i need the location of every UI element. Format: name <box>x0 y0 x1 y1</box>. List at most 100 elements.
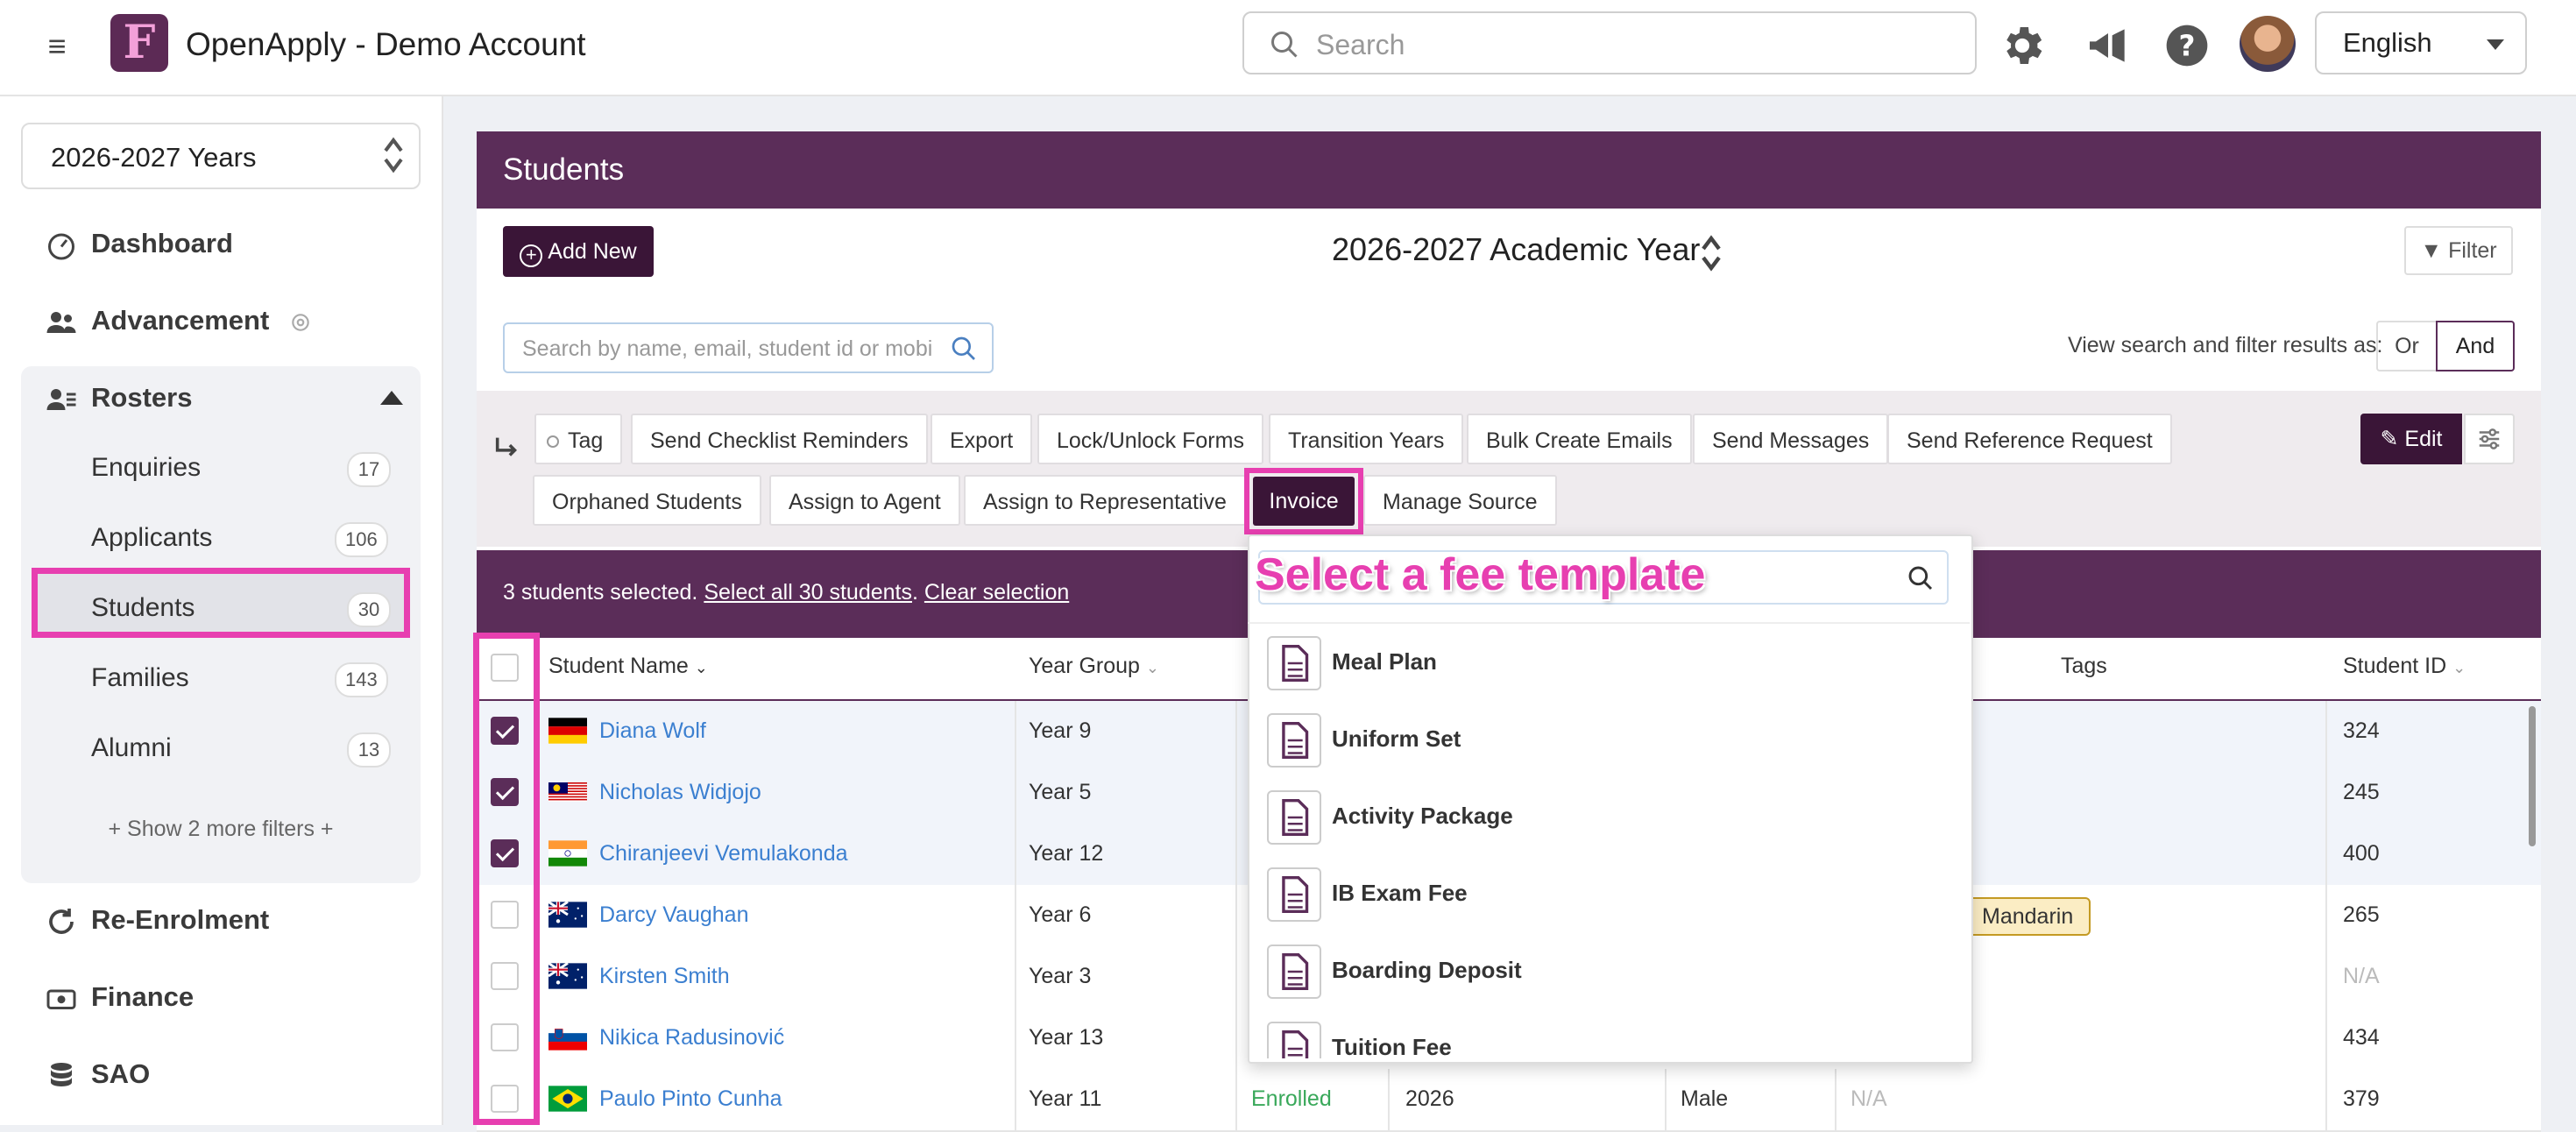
bulk-create-emails-button[interactable]: Bulk Create Emails <box>1467 414 1692 464</box>
fee-template-option[interactable]: Activity Package <box>1267 778 1933 855</box>
nav-re-enrolment-label: Re-Enrolment <box>91 904 270 935</box>
filter-label: Filter <box>2448 238 2497 263</box>
send-checklist-reminders-button[interactable]: Send Checklist Reminders <box>631 414 928 464</box>
fee-template-name: Tuition Fee <box>1332 1034 1452 1058</box>
document-icon <box>1267 1022 1321 1058</box>
student-name-link[interactable]: Diana Wolf <box>599 718 706 744</box>
fee-template-name: Boarding Deposit <box>1332 957 1522 983</box>
fee-template-name: Meal Plan <box>1332 648 1437 675</box>
select-all-link[interactable]: Select all 30 students <box>704 580 912 605</box>
student-search[interactable] <box>503 322 994 373</box>
help-icon[interactable]: ? <box>2162 21 2212 70</box>
assign-to-agent-button[interactable]: Assign to Agent <box>769 475 960 526</box>
gender-cell: Male <box>1681 1086 1729 1111</box>
table-scrollbar[interactable] <box>2529 706 2536 846</box>
chevron-down-icon: ⌄ <box>694 659 708 676</box>
fee-template-option[interactable]: Meal Plan <box>1267 624 1933 701</box>
invoice-button[interactable]: Invoice <box>1253 477 1355 526</box>
fee-template-name: Uniform Set <box>1332 725 1461 752</box>
hamburger-menu-icon[interactable]: ≡ <box>35 25 79 68</box>
student-name-link[interactable]: Kirsten Smith <box>599 964 730 989</box>
student-name-link[interactable]: Chiranjeevi Vemulakonda <box>599 841 848 867</box>
nav-finance-label: Finance <box>91 981 195 1012</box>
lock-unlock-forms-button[interactable]: Lock/Unlock Forms <box>1037 414 1263 464</box>
nav-rosters[interactable]: Rosters <box>46 376 192 420</box>
send-reference-request-button[interactable]: Send Reference Request <box>1887 414 2172 464</box>
tags-cell: N/A <box>1851 1086 1887 1111</box>
search-icon <box>1908 566 1933 591</box>
student-name-link[interactable]: Nikica Radusinović <box>599 1025 784 1051</box>
sidebar-item-families[interactable]: Families <box>91 656 189 700</box>
show-more-filters-link[interactable]: + Show 2 more filters + <box>21 817 421 842</box>
search-icon <box>952 336 975 360</box>
global-search-input[interactable] <box>1314 22 1949 67</box>
edit-label: Edit <box>2404 427 2443 451</box>
student-name-link[interactable]: Paulo Pinto Cunha <box>599 1086 782 1112</box>
nav-re-enrolment[interactable]: Re-Enrolment <box>46 898 269 942</box>
app-title: OpenApply - Demo Account <box>186 26 586 62</box>
send-messages-button[interactable]: Send Messages <box>1693 414 1889 464</box>
add-new-button[interactable]: + Add New <box>503 226 654 277</box>
student-name-link[interactable]: Darcy Vaughan <box>599 902 748 928</box>
chevron-down-icon <box>2487 39 2504 50</box>
fee-template-option[interactable]: Boarding Deposit <box>1267 932 1933 1009</box>
checkbox-column-highlight <box>473 633 540 1125</box>
nav-advancement[interactable]: Advancement <box>46 299 312 343</box>
sidebar-item-enquiries[interactable]: Enquiries <box>91 446 201 490</box>
nav-dashboard[interactable]: Dashboard <box>46 222 233 265</box>
filter-icon: ▼ <box>2420 238 2443 263</box>
megaphone-icon[interactable] <box>2084 21 2133 70</box>
column-header-student-name[interactable]: Student Name ⌄ <box>548 654 708 679</box>
fee-template-option[interactable]: IB Exam Fee <box>1267 855 1933 932</box>
user-avatar[interactable] <box>2240 16 2296 72</box>
column-header-student-id[interactable]: Student ID ⌄ <box>2343 654 2466 679</box>
nav-finance[interactable]: Finance <box>46 975 194 1019</box>
settings-small-icon[interactable] <box>289 311 312 334</box>
chevron-down-icon: ⌄ <box>2452 659 2466 676</box>
manage-source-button[interactable]: Manage Source <box>1363 475 1557 526</box>
and-toggle[interactable]: And <box>2436 321 2515 371</box>
header-label: Student Name <box>548 654 689 678</box>
fee-template-option[interactable]: Uniform Set <box>1267 701 1933 778</box>
edit-button[interactable]: ✎ Edit <box>2360 414 2462 464</box>
sidebar-item-applicants[interactable]: Applicants <box>91 516 212 560</box>
chevron-up-icon[interactable] <box>380 387 403 407</box>
header-label: Year Group <box>1029 654 1140 678</box>
student-search-input[interactable] <box>520 331 936 366</box>
or-toggle[interactable]: Or <box>2376 321 2436 371</box>
gear-icon[interactable] <box>1998 21 2047 70</box>
filter-button[interactable]: ▼ Filter <box>2404 226 2513 275</box>
clear-selection-link[interactable]: Clear selection <box>924 580 1069 605</box>
table-row[interactable]: Paulo Pinto Cunha Year 11 Enrolled 2026 … <box>477 1069 2541 1132</box>
language-select[interactable]: English <box>2315 11 2527 74</box>
nav-dashboard-label: Dashboard <box>91 228 233 258</box>
selection-count: 3 students selected. <box>503 580 698 605</box>
nav-sao-label: SAO <box>91 1058 151 1089</box>
flag-slovenia-icon <box>548 1024 587 1051</box>
sidebar-item-label: Families <box>91 663 189 692</box>
sidebar-item-students[interactable]: Students <box>91 586 195 630</box>
fee-template-name: Activity Package <box>1332 803 1513 829</box>
year-select[interactable]: 2026-2027 Years <box>21 123 421 189</box>
student-name-link[interactable]: Nicholas Widjojo <box>599 780 761 805</box>
sliders-button[interactable] <box>2464 414 2515 464</box>
roster-icon <box>46 388 76 410</box>
export-button[interactable]: Export <box>931 414 1033 464</box>
assign-to-representative-button[interactable]: Assign to Representative <box>964 475 1246 526</box>
transition-years-button[interactable]: Transition Years <box>1269 414 1464 464</box>
student-id-cell: 324 <box>2343 718 2380 743</box>
global-search[interactable] <box>1242 11 1977 74</box>
year-group-cell: Year 9 <box>1029 718 1092 743</box>
column-header-year-group[interactable]: Year Group ⌄ <box>1029 654 1159 679</box>
orphaned-students-button[interactable]: Orphaned Students <box>533 475 761 526</box>
dashboard-icon <box>48 233 74 260</box>
money-icon <box>46 989 76 1009</box>
document-icon <box>1267 867 1321 922</box>
nav-sao[interactable]: SAO <box>46 1052 150 1096</box>
sidebar-item-label: Students <box>91 593 195 622</box>
updown-arrows-icon[interactable] <box>1700 233 1723 273</box>
fee-template-option[interactable]: Tuition Fee <box>1267 1009 1933 1058</box>
tag-badge: Mandarin <box>1964 897 2091 936</box>
tag-action-button[interactable]: Tag <box>534 414 623 464</box>
sidebar-item-alumni[interactable]: Alumni <box>91 726 172 770</box>
